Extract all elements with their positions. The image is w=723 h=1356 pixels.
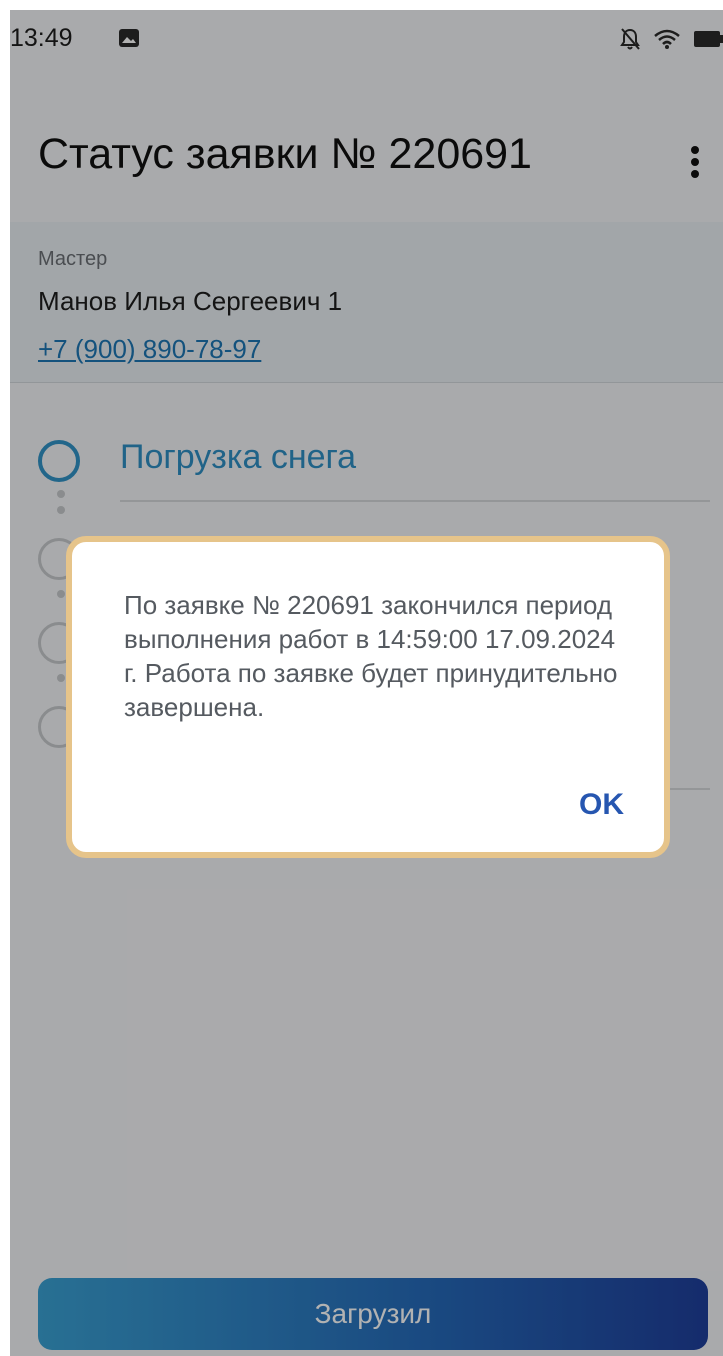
alert-dialog: По заявке № 220691 закончился период вып…	[66, 536, 670, 858]
ok-button[interactable]: OK	[579, 788, 624, 822]
app-screen: 13:49 Статус заявки № 220691 Мастер Мано…	[10, 10, 723, 1356]
dialog-message: По заявке № 220691 закончился период вып…	[124, 590, 618, 722]
